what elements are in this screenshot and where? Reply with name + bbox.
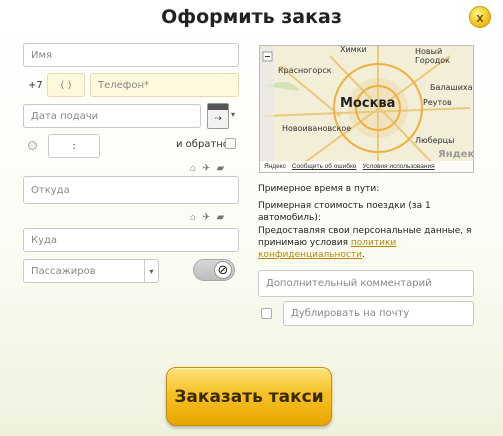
phone-code-input[interactable]: ( ) bbox=[47, 73, 85, 97]
phone-input[interactable]: Телефон* bbox=[90, 73, 239, 97]
from-input[interactable]: Откуда bbox=[23, 176, 239, 204]
no-smoking-toggle[interactable]: ⊘ bbox=[193, 259, 235, 281]
airplane-icon[interactable]: ✈ bbox=[202, 163, 210, 174]
chevron-down-icon[interactable]: ▾ bbox=[231, 110, 235, 119]
time-input[interactable]: : bbox=[48, 134, 100, 158]
close-icon[interactable]: x bbox=[469, 6, 491, 28]
return-checkbox[interactable] bbox=[225, 138, 236, 149]
train-icon[interactable]: ▰ bbox=[216, 163, 224, 174]
email-input[interactable]: Дублировать на почту bbox=[283, 301, 474, 326]
travel-time-label: Примерное время в пути: bbox=[258, 184, 380, 194]
no-smoking-icon: ⊘ bbox=[214, 261, 232, 279]
consent-text-end: . bbox=[362, 250, 365, 260]
map-footer: Яндекс Сообщить об ошибке Условия исполь… bbox=[260, 161, 473, 172]
map-label-khimki: Химки bbox=[340, 45, 367, 54]
map-label-novy-gorodok: Новый Городок bbox=[415, 47, 451, 65]
name-input[interactable]: Имя bbox=[23, 43, 239, 67]
date-input[interactable]: Дата подачи bbox=[23, 104, 201, 128]
comment-textarea[interactable]: Дополнительный комментарий bbox=[258, 270, 474, 297]
from-icons: ⌂ ✈ ▰ bbox=[190, 163, 224, 174]
route-map[interactable]: Химки Новый Городок Красногорск Балашиха… bbox=[259, 45, 474, 173]
yandex-logo: Яндекс bbox=[438, 149, 474, 160]
map-terms-link[interactable]: Условия использования bbox=[363, 163, 435, 170]
map-label-krasnogorsk: Красногорск bbox=[278, 66, 332, 75]
consent-text: Предоставляя свои персональные данные, я… bbox=[258, 225, 473, 261]
map-label-balashikha: Балашиха bbox=[430, 83, 473, 92]
dialog-title: Оформить заказ bbox=[161, 6, 342, 28]
to-icons: ⌂ ✈ ▰ bbox=[190, 212, 224, 223]
phone-prefix: +7 bbox=[28, 80, 43, 91]
home-icon[interactable]: ⌂ bbox=[190, 163, 196, 174]
clock-icon bbox=[28, 141, 37, 150]
passengers-label: Пассажиров bbox=[31, 265, 96, 277]
home-icon[interactable]: ⌂ bbox=[190, 212, 196, 223]
order-taxi-button[interactable]: Заказать такси bbox=[166, 367, 332, 426]
map-label-novoivanovskoe: Новоивановское bbox=[282, 124, 352, 133]
map-label-lyubertsy: Люберцы bbox=[415, 136, 455, 145]
return-label: и обратно bbox=[176, 139, 229, 150]
map-label-reutov: Реутов bbox=[423, 98, 452, 107]
map-footer-yandex: Яндекс bbox=[264, 163, 286, 170]
airplane-icon[interactable]: ✈ bbox=[202, 212, 210, 223]
map-label-moscow: Москва bbox=[340, 96, 396, 111]
travel-cost-label: Примерная стоимость поездки (за 1 автомо… bbox=[258, 201, 431, 223]
to-input[interactable]: Куда bbox=[23, 228, 239, 252]
duplicate-email-checkbox[interactable] bbox=[261, 308, 272, 319]
map-report-error-link[interactable]: Сообщить об ошибке bbox=[292, 163, 357, 170]
train-icon[interactable]: ▰ bbox=[216, 212, 224, 223]
chevron-down-icon[interactable]: ▾ bbox=[144, 260, 158, 282]
calendar-icon[interactable]: ⇢ bbox=[207, 103, 229, 129]
passengers-select[interactable]: Пассажиров ▾ bbox=[23, 259, 159, 283]
